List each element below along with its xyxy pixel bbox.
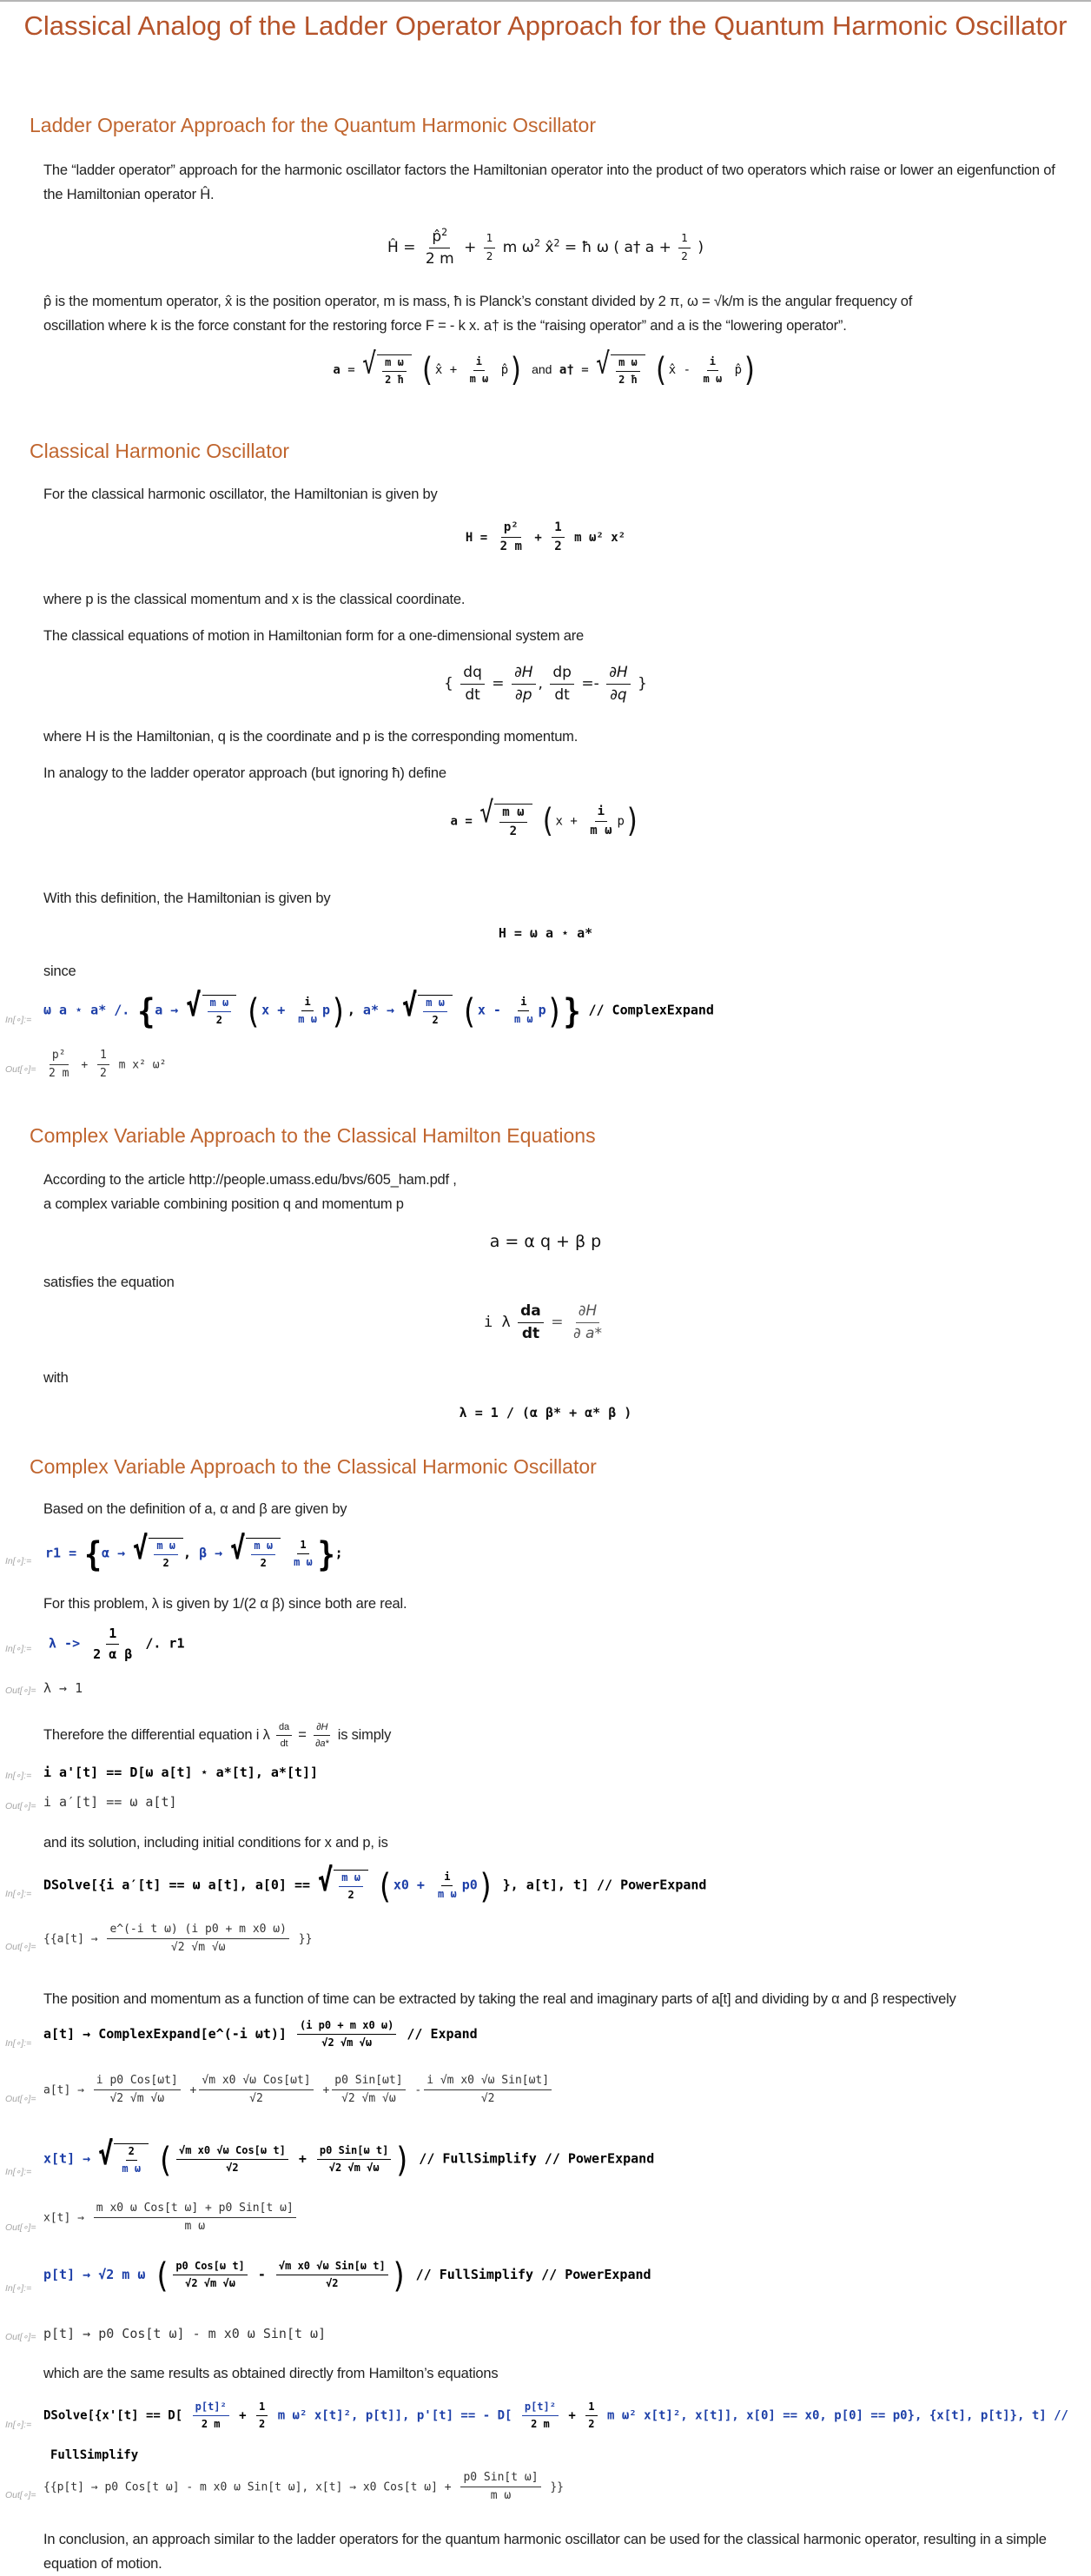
input-cell[interactable]: p[t] → √2 m ω (p0 Cos[ω t] √2 √m √ω - √m … <box>43 2258 651 2293</box>
equation-complex-variable: a = α q + β p <box>489 1232 602 1251</box>
input-cell[interactable]: ω a ⋆ a* /. {a → √ m ω2 (x + im ω p), a* →… <box>43 990 714 1028</box>
output-cell: λ → 1 <box>43 1680 83 1696</box>
input-label: In[∘]:= <box>5 2038 32 2049</box>
output-cell: x[t] → m x0 ω Cos[t ω] + p0 Sin[t ω] m ω <box>43 2202 299 2234</box>
input-cell-continuation[interactable]: FullSimplify <box>50 2448 138 2462</box>
equation-lambda: λ = 1 / (α β* + α* β ) <box>459 1405 632 1420</box>
output-label: Out[∘]= <box>5 1064 36 1075</box>
paragraph: Therefore the differential equation i λ … <box>43 1722 392 1750</box>
paragraph: a complex variable combining position q … <box>43 1196 404 1212</box>
output-cell: a[t] → i p0 Cos[ωt] √2 √m √ω + √m x0 √ω Co… <box>43 2074 554 2106</box>
equation-hamilton-equations: { dq dt = ∂H ∂p, dp dt =- ∂H ∂q } <box>444 664 647 704</box>
input-cell[interactable]: λ -> 12 α β /. r1 <box>49 1626 185 1661</box>
equation-complex-eom: i λ da dt = ∂H ∂ a* <box>484 1302 602 1342</box>
input-cell[interactable]: DSolve[{i a′[t] == ω a[t], a[0] == √ m ω2… <box>43 1864 706 1903</box>
conclusion-paragraph: In conclusion, an approach similar to th… <box>43 2532 1047 2572</box>
input-label: In[∘]:= <box>5 1015 32 1025</box>
output-cell: p² 2 m + 12 m x² ω² <box>49 1049 167 1081</box>
output-label: Out[∘]= <box>5 2222 36 2233</box>
output-label: Out[∘]= <box>5 1942 36 1952</box>
paragraph: satisfies the equation <box>43 1275 175 1290</box>
output-label: Out[∘]= <box>5 1685 36 1696</box>
paragraph: where p is the classical momentum and x … <box>43 592 466 607</box>
paragraph: The classical equations of motion in Ham… <box>43 628 585 644</box>
equation-hamiltonian-operator: Ĥ = p̂2 2 m + 12 m ω2 x̂2 = ħ ω ( a† a + … <box>387 227 704 268</box>
input-label: In[∘]:= <box>5 2283 32 2294</box>
input-label: In[∘]:= <box>5 1644 32 1654</box>
paragraph: oscillation where k is the force constan… <box>43 318 847 334</box>
section-heading-complex-hamilton: Complex Variable Approach to the Classic… <box>30 1124 596 1147</box>
paragraph: The position and momentum as a function … <box>43 1991 956 2007</box>
section-heading-ladder: Ladder Operator Approach for the Quantum… <box>30 114 596 136</box>
paragraph: The “ladder operator” approach for the h… <box>43 162 1055 202</box>
input-cell[interactable]: i a'[t] == D[ω a[t] ⋆ a*[t], a*[t]] <box>43 1765 318 1780</box>
output-cell: p[t] → p0 Cos[t ω] - m x0 ω Sin[t ω] <box>43 2326 327 2341</box>
top-border <box>0 0 1091 2</box>
input-label: In[∘]:= <box>5 1889 32 1899</box>
paragraph: In analogy to the ladder operator approa… <box>43 765 446 781</box>
paragraph: Based on the definition of a, α and β ar… <box>43 1501 347 1517</box>
equation-classical-a: a = √ m ω2 (x + im ω p) <box>450 796 641 840</box>
paragraph: For the classical harmonic oscillator, t… <box>43 487 438 502</box>
equation-classical-hamiltonian: H = p² 2 m + 12 m ω² x² <box>465 520 626 554</box>
input-label: In[∘]:= <box>5 2420 32 2430</box>
output-label: Out[∘]= <box>5 1801 36 1811</box>
paragraph: with <box>43 1370 69 1386</box>
output-label: Out[∘]= <box>5 2094 36 2104</box>
paragraph: With this definition, the Hamiltonian is… <box>43 891 331 906</box>
paragraph: since <box>43 964 76 979</box>
paragraph: and its solution, including initial cond… <box>43 1835 388 1851</box>
input-label: In[∘]:= <box>5 1556 32 1566</box>
paragraph: According to the article http://people.u… <box>43 1168 1068 1192</box>
equation-hamiltonian-a: H = ω a ⋆ a* <box>498 925 593 941</box>
output-cell: {{p[t] → p0 Cos[t ω] - m x0 ω Sin[t ω], … <box>43 2471 565 2503</box>
paragraph: p̂ is the momentum operator, x̂ is the p… <box>43 294 913 309</box>
output-label: Out[∘]= <box>5 2332 36 2342</box>
page-title: Classical Analog of the Ladder Operator … <box>23 10 1068 41</box>
input-cell[interactable]: DSolve[{x'[t] == D[ p[t]² 2 m + 12 m ω² x… <box>43 2401 1068 2430</box>
paragraph: where H is the Hamiltonian, q is the coo… <box>43 729 579 745</box>
article-link[interactable]: According to the article http://people.u… <box>43 1172 457 1188</box>
input-cell[interactable]: r1 = {α → √ m ω2, β → √ m ω2 1m ω}; <box>45 1533 343 1571</box>
equation-ladder-operators: a = √ m ω2 ħ (x̂ + im ω p̂) and a† = √ m ω… <box>333 347 758 389</box>
paragraph: which are the same results as obtained d… <box>43 2366 499 2381</box>
input-cell[interactable]: x[t] → √ 2 m ω (√m x0 √ω Cos[ω t] √2 + p0 S… <box>43 2138 654 2176</box>
output-cell: i a′[t] == ω a[t] <box>43 1794 177 1810</box>
output-cell: {{a[t] → e^(-i t ω) (i p0 + m x0 ω) √2 √m… <box>43 1923 313 1955</box>
section-heading-classical: Classical Harmonic Oscillator <box>30 440 290 462</box>
input-label: In[∘]:= <box>5 1771 32 1781</box>
paragraph: For this problem, λ is given by 1/(2 α β… <box>43 1596 407 1612</box>
section-heading-complex-oscillator: Complex Variable Approach to the Classic… <box>30 1455 597 1478</box>
output-label: Out[∘]= <box>5 2490 36 2500</box>
input-cell[interactable]: a[t] → ComplexExpand[e^(-i ωt)] (i p0 + … <box>43 2019 478 2049</box>
input-label: In[∘]:= <box>5 2167 32 2177</box>
